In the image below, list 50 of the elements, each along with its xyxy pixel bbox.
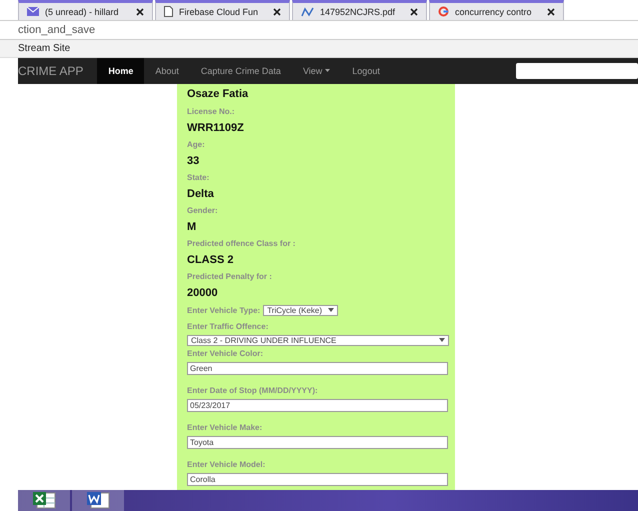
field-label: Enter Vehicle Type: (187, 304, 260, 317)
browser-tab[interactable]: 147952NCJRS.pdf (292, 0, 427, 20)
caret-icon (328, 308, 334, 312)
browser-tab[interactable]: Firebase Cloud Fun (155, 0, 290, 20)
input-field[interactable]: Corolla (187, 472, 448, 486)
envelope-icon (27, 7, 39, 16)
nav-link[interactable]: About (144, 58, 190, 84)
field-label: Enter Vehicle Color: (187, 348, 264, 360)
input-field[interactable]: Green (187, 362, 448, 375)
close-icon[interactable] (547, 8, 555, 16)
field-label: Gender: (187, 205, 219, 218)
brand-title[interactable]: CRIME APP (18, 64, 98, 78)
driver-name: Osaze Fatia (187, 88, 250, 102)
page-icon (164, 6, 173, 18)
search-field[interactable] (516, 62, 638, 79)
nav-link[interactable]: Logout (341, 58, 391, 84)
browser-tab[interactable]: (5 unread) - hillard (18, 0, 153, 20)
field-label: Enter Vehicle Make: (187, 422, 264, 434)
field-value: WRR1109Z (187, 121, 245, 136)
field-label: Enter Date of Stop (MM/DD/YYYY): (187, 385, 319, 398)
select-field[interactable]: Class 2 - DRIVING UNDER INFLUENCE (187, 334, 449, 346)
input-field[interactable]: 05/23/2017 (187, 398, 448, 412)
close-icon[interactable] (410, 8, 418, 16)
input-field[interactable]: Toyota (187, 436, 448, 449)
browser-tab[interactable]: concurrency contro (429, 0, 564, 20)
spreadsheet-app-icon[interactable] (32, 491, 56, 510)
field-value: M (187, 220, 198, 236)
field-label: Enter Vehicle Model: (187, 459, 266, 472)
field-label: Predicted offence Class for : (187, 238, 296, 250)
select-field[interactable]: TriCycle (Keke) (263, 304, 338, 316)
field-value: CLASS 2 (187, 253, 234, 268)
bookmark[interactable]: Stream Site (18, 42, 70, 54)
field-value: 20000 (187, 286, 219, 302)
close-icon[interactable] (273, 8, 281, 16)
field-label: Enter Traffic Offence: (187, 321, 270, 334)
field-label: License No.: (187, 106, 236, 118)
nav-link[interactable]: Capture Crime Data (190, 58, 292, 84)
field-label: Age: (187, 139, 206, 152)
field-label: State: (187, 172, 210, 184)
nav-link[interactable]: Home (97, 58, 144, 84)
field-label: Predicted Penalty for : (187, 271, 273, 284)
caret-icon (439, 338, 445, 342)
field-value: Delta (187, 187, 215, 202)
wave-icon (301, 6, 314, 17)
nav-link[interactable]: View (292, 58, 342, 84)
g-logo-icon (438, 6, 449, 18)
close-icon[interactable] (136, 8, 144, 16)
address-bar[interactable]: ction_and_save (0, 24, 96, 36)
field-value: 33 (187, 154, 200, 170)
document-app-icon[interactable] (86, 491, 110, 510)
